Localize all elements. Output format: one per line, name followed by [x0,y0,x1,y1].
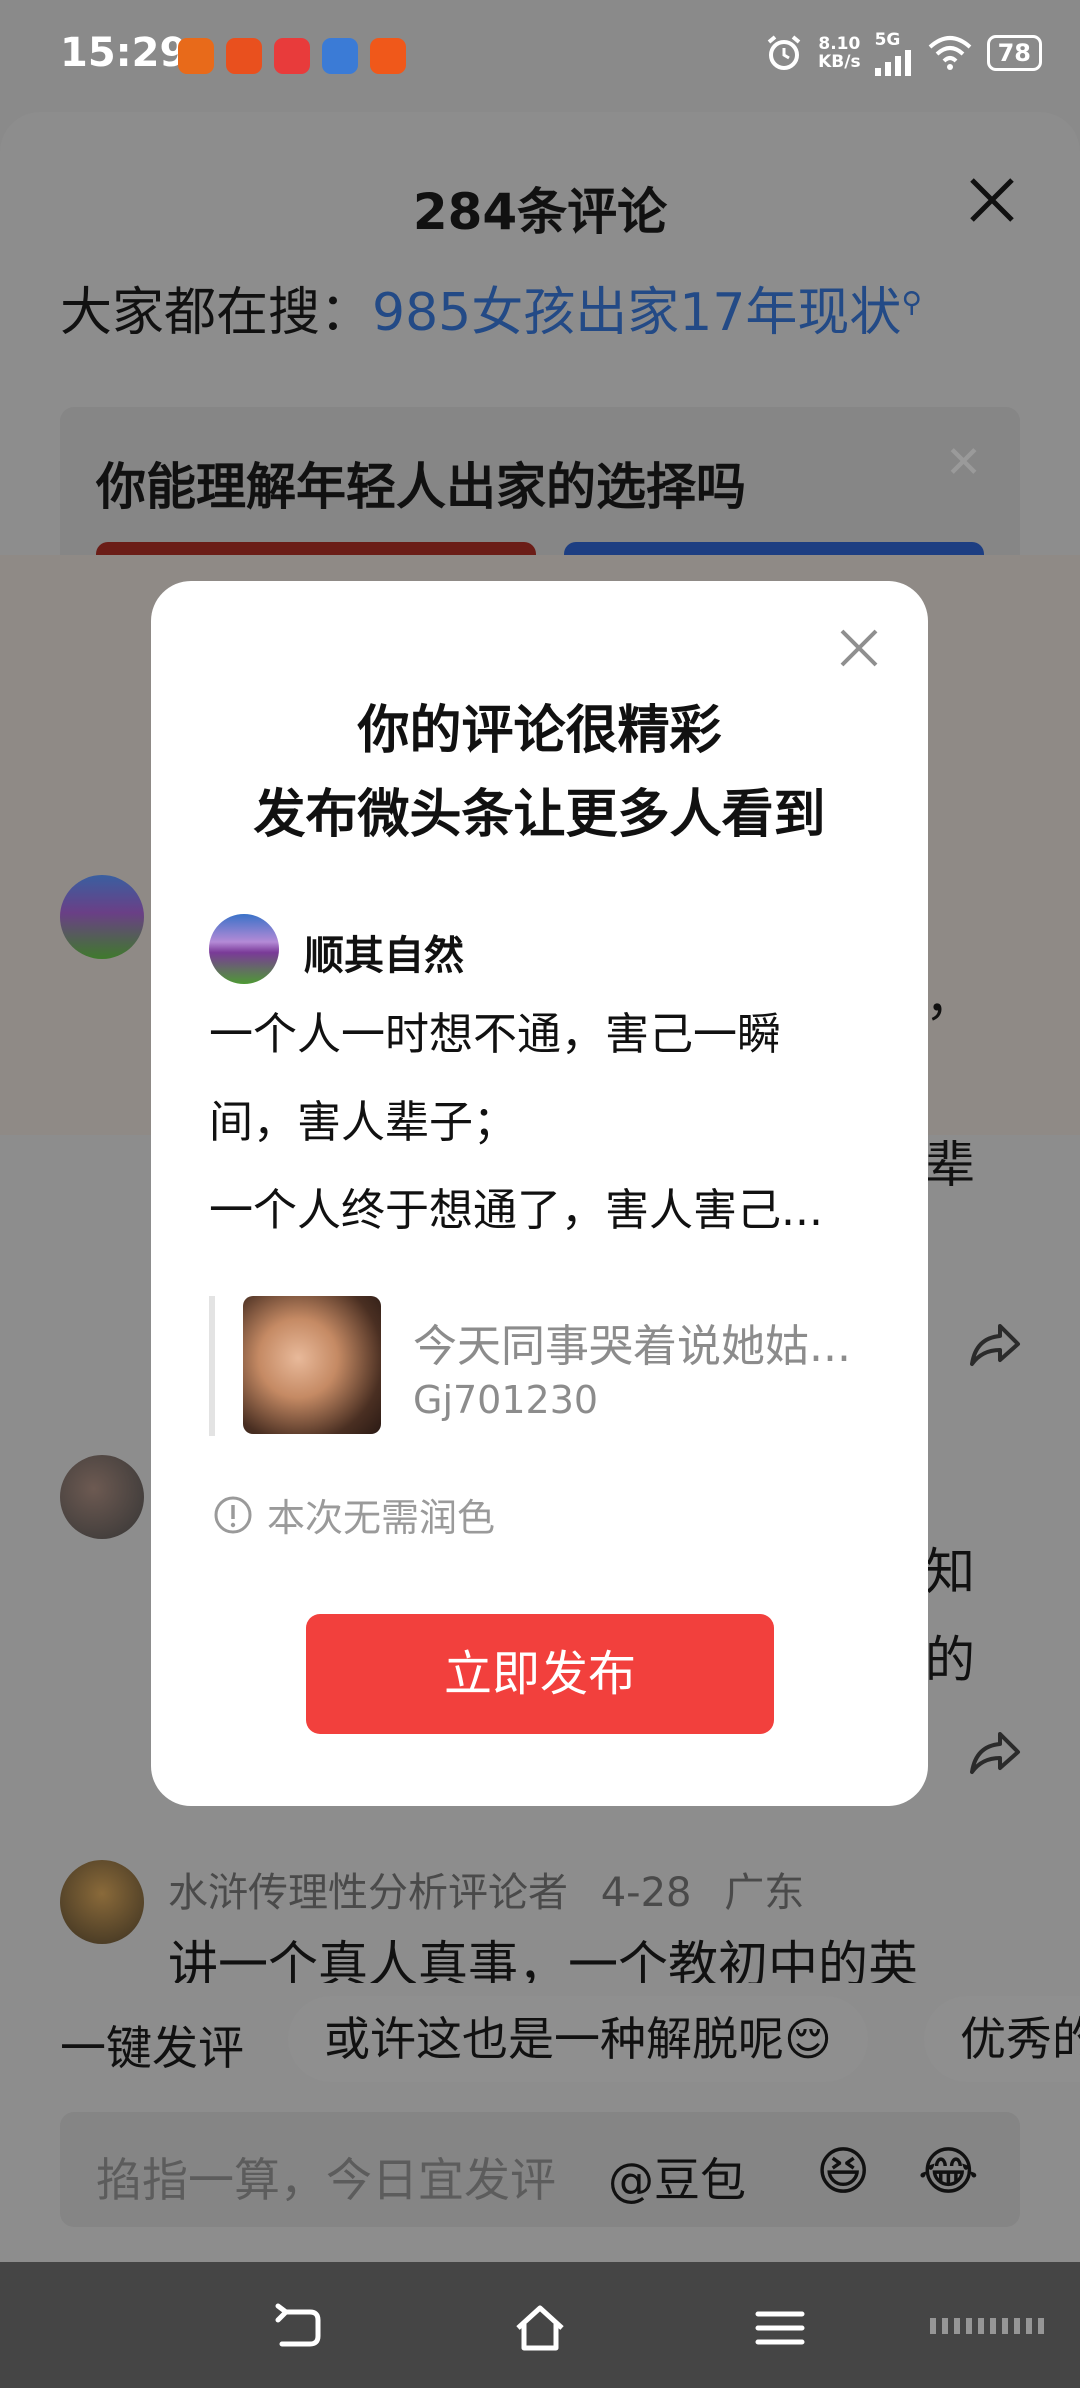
trending-search-row[interactable]: 大家都在搜：985女孩出家17年现状⚲ [60,270,922,345]
comment-count-title: 284条评论 [412,183,668,241]
comment-text-fragment: 的 [925,1631,975,1689]
search-icon: ⚲ [901,285,922,319]
close-icon[interactable] [964,172,1020,228]
comment-text-fragment: 知 [925,1543,975,1601]
status-bar: 15:29 8.10 KB/s 5G 78 [0,0,1080,115]
quick-comment-row: 一键发评 或许这也是一种解脱呢😌 优秀的 [0,1990,1080,2090]
comment-text-fragment: ， [925,969,975,1027]
poll-close-icon[interactable]: ✕ [945,437,982,488]
dialog-close-icon[interactable] [838,627,880,669]
app-notification-icon [322,38,358,74]
net-speed-value: 8.10 [818,34,861,54]
post-username: 顺其自然 [304,933,464,979]
publish-button[interactable]: 立即发布 [306,1614,774,1734]
toutiao-app-icon [274,38,310,74]
wifi-icon [928,36,971,70]
cell-signal: 5G [874,30,913,76]
quoted-article-author: Gj701230 [413,1378,599,1422]
signal-bars-icon [874,50,911,76]
quick-comment-chip[interactable]: 或许这也是一种解脱呢😌 [288,1996,868,2082]
trending-search-link[interactable]: 985女孩出家17年现状 [372,283,901,343]
net-speed: 8.10 KB/s [818,35,860,71]
info-icon [214,1496,252,1533]
alarm-icon [767,35,801,70]
comment-text-fragment: 辈 [925,1136,975,1194]
comment-input[interactable]: 掐指一算，今日宜发评 @豆包 😆 😂 [60,2112,1020,2227]
emoji-grin-button[interactable]: 😆 [816,2142,870,2202]
app-notification-icon [370,38,406,74]
status-right-group: 8.10 KB/s 5G 78 [764,30,1042,76]
publish-dialog: 你的评论很精彩 发布微头条让更多人看到 顺其自然 一个人一时想不通，害己一瞬 间… [151,581,928,1806]
comment-meta: 水浒传理性分析评论者 4-28 广东 [168,1860,804,1918]
quoted-article: 今天同事哭着说她姑... Gj701230 [209,1296,885,1436]
mention-button[interactable]: @豆包 [608,2144,746,2210]
comment-text: 讲一个真人真事，一个教初中的英 [168,1936,918,1983]
quick-comment-chip[interactable]: 优秀的 [924,1996,1080,2082]
polish-hint-text: 本次无需润色 [267,1496,496,1540]
poll-question: 你能理解年轻人出家的选择吗 [96,458,746,516]
avatar[interactable] [60,1455,144,1539]
dialog-title-line2: 发布微头条让更多人看到 [253,785,826,845]
post-body-line: 一个人终于想通了，害人害己... [209,1185,823,1236]
dialog-title: 你的评论很精彩 发布微头条让更多人看到 [151,689,928,857]
comment-date: 4-28 [600,1870,692,1916]
avatar[interactable] [60,1860,144,1944]
comment-username[interactable]: 水浒传理性分析评论者 [168,1870,568,1916]
polish-hint: 本次无需润色 [213,1487,495,1542]
battery-indicator: 78 [986,35,1042,71]
handle-dots-icon [930,2318,1050,2334]
back-icon[interactable] [272,2302,324,2354]
menu-icon[interactable] [754,2302,806,2354]
post-body-line: 一个人一时想不通，害己一瞬 [209,1009,781,1060]
share-icon[interactable] [966,1320,1022,1370]
article-thumbnail [243,1296,381,1434]
trending-search-prefix: 大家都在搜： [60,283,373,343]
net-speed-unit: KB/s [818,52,861,72]
emoji-laugh-button[interactable]: 😂 [918,2142,979,2202]
system-nav-bar [0,2262,1080,2388]
dialog-title-line1: 你的评论很精彩 [357,701,722,761]
quoted-article-title: 今天同事哭着说她姑... [413,1321,851,1372]
post-body: 一个人一时想不通，害己一瞬 间，害人辈子； 一个人终于想通了，害人害己... [209,991,879,1255]
comment-region: 广东 [724,1870,805,1916]
post-body-line: 间，害人辈子； [209,1097,517,1148]
app-notification-icon [178,38,214,74]
app-notification-icon [226,38,262,74]
status-time: 15:29 [60,30,188,76]
home-icon[interactable] [514,2302,566,2354]
status-app-icons [178,38,406,74]
quick-comment-label: 一键发评 [60,2021,244,2075]
avatar [209,914,279,984]
avatar[interactable] [60,875,144,959]
signal-type: 5G [874,30,901,50]
share-icon[interactable] [966,1728,1022,1778]
comment-input-placeholder: 掐指一算，今日宜发评 [96,2153,556,2207]
